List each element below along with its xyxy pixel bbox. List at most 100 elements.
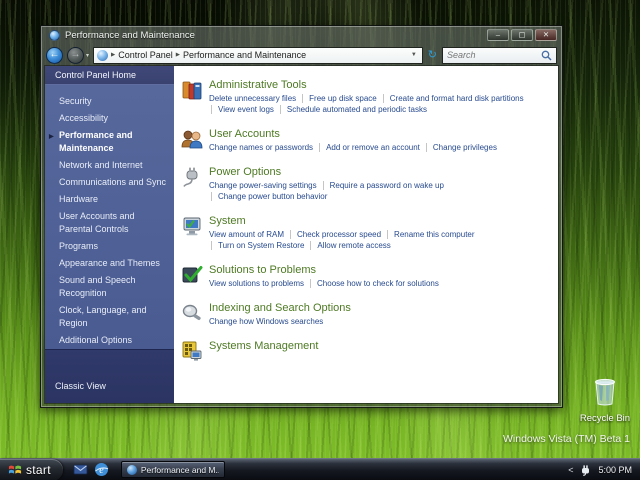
- breadcrumb[interactable]: ▶ Control Panel ▶ Performance and Mainte…: [93, 46, 423, 64]
- selected-arrow-icon: ▶: [49, 133, 54, 140]
- task-link[interactable]: View event logs: [218, 105, 274, 114]
- screen: Recycle Bin Windows Vista (TM) Beta 1 Pe…: [0, 0, 640, 480]
- link-separator: [211, 241, 212, 250]
- task-link[interactable]: Allow remote access: [317, 241, 390, 250]
- task-link[interactable]: Schedule automated and periodic tasks: [287, 105, 427, 114]
- tray-expand-icon[interactable]: <: [568, 465, 573, 475]
- sidebar-item-security[interactable]: Security: [45, 93, 174, 110]
- task-link[interactable]: Turn on System Restore: [218, 241, 304, 250]
- address-dropdown-icon[interactable]: ▼: [409, 52, 419, 58]
- maximize-button[interactable]: ▢: [511, 29, 533, 41]
- task-link[interactable]: Change how Windows searches: [209, 317, 323, 326]
- sidebar-item-communications-and-sync[interactable]: Communications and Sync: [45, 174, 174, 191]
- taskbar-clock[interactable]: 5:00 PM: [598, 465, 632, 475]
- link-separator: [279, 105, 281, 114]
- sidebar-item-network-and-internet[interactable]: Network and Internet: [45, 157, 174, 174]
- content-pane: Administrative Tools Delete unnecessary …: [174, 66, 558, 403]
- breadcrumb-current[interactable]: Performance and Maintenance: [183, 50, 306, 60]
- section-links-row: View solutions to problems Choose how to…: [209, 279, 552, 288]
- link-separator: [211, 105, 212, 114]
- section-links-row: Change how Windows searches: [209, 317, 552, 326]
- systems-management-icon: [182, 341, 202, 361]
- section-solutions-to-problems: Solutions to Problems View solutions to …: [178, 263, 552, 290]
- window-icon: [49, 29, 60, 41]
- task-link[interactable]: Add or remove an account: [326, 143, 420, 152]
- indexing-search-icon: [182, 304, 201, 320]
- link-separator: [387, 230, 389, 239]
- title-bar[interactable]: Performance and Maintenance – ▢ ✕: [41, 26, 562, 44]
- sidebar-item-user-accounts-and-parental-controls[interactable]: User Accounts and Parental Controls: [45, 208, 174, 238]
- power-plug-tray-icon[interactable]: [579, 464, 592, 476]
- task-link[interactable]: Rename this computer: [394, 230, 474, 239]
- control-panel-window: Performance and Maintenance – ▢ ✕ ← → ▾ …: [40, 25, 563, 408]
- sidebar-item-hardware[interactable]: Hardware: [45, 191, 174, 208]
- section-title[interactable]: Administrative Tools: [209, 79, 552, 91]
- internet-explorer-icon[interactable]: e: [94, 462, 109, 477]
- section-links-row: Delete unnecessary files Free up disk sp…: [209, 94, 552, 103]
- start-label: start: [26, 462, 51, 477]
- refresh-icon[interactable]: ↻: [428, 49, 437, 61]
- section-links-row: View event logs Schedule automated and p…: [209, 105, 552, 114]
- mail-icon[interactable]: [73, 462, 88, 477]
- breadcrumb-separator-icon: ▶: [111, 52, 116, 58]
- link-separator: [310, 279, 312, 288]
- minimize-button[interactable]: –: [487, 29, 509, 41]
- section-title[interactable]: Power Options: [209, 166, 552, 178]
- sidebar-item-sound-and-speech-recognition[interactable]: Sound and Speech Recognition: [45, 272, 174, 302]
- taskbar-button-performance-and-maintenance[interactable]: Performance and M...: [120, 461, 225, 478]
- start-button[interactable]: start: [0, 458, 63, 480]
- section-links-row: Change power-saving settings Require a p…: [209, 181, 552, 190]
- sidebar-item-classic-view[interactable]: Classic View: [55, 381, 106, 391]
- forward-arrow-icon: →: [70, 49, 81, 60]
- section-links-row: Change power button behavior: [209, 192, 552, 201]
- control-panel-icon: [97, 49, 109, 61]
- sidebar-item-label: Security: [59, 95, 92, 106]
- task-link[interactable]: Change power-saving settings: [209, 181, 317, 190]
- sidebar-item-label: Appearance and Themes: [59, 257, 160, 268]
- recycle-bin[interactable]: Recycle Bin: [576, 376, 634, 424]
- task-link[interactable]: View amount of RAM: [209, 230, 284, 239]
- section-title[interactable]: Systems Management: [209, 340, 552, 352]
- section-title[interactable]: System: [209, 215, 552, 227]
- section-title[interactable]: User Accounts: [209, 128, 552, 140]
- section-power-options: Power Options Change power-saving settin…: [178, 165, 552, 203]
- back-arrow-icon: ←: [49, 49, 60, 60]
- sidebar-item-label: Sound and Speech Recognition: [59, 274, 136, 298]
- sidebar-item-additional-options[interactable]: Additional Options: [45, 332, 174, 349]
- task-link[interactable]: Require a password on wake up: [330, 181, 444, 190]
- search-input[interactable]: [447, 50, 538, 60]
- sidebar-item-appearance-and-themes[interactable]: Appearance and Themes: [45, 255, 174, 272]
- user-accounts-icon: [181, 130, 203, 149]
- section-links-row: View amount of RAM Check processor speed…: [209, 230, 552, 239]
- sidebar-item-clock-language-and-region[interactable]: Clock, Language, and Region: [45, 302, 174, 332]
- breadcrumb-control-panel[interactable]: Control Panel: [118, 50, 173, 60]
- sidebar-item-programs[interactable]: Programs: [45, 238, 174, 255]
- sidebar-item-accessibility[interactable]: Accessibility: [45, 110, 174, 127]
- task-link[interactable]: Free up disk space: [309, 94, 377, 103]
- task-link[interactable]: Change power button behavior: [218, 192, 327, 201]
- link-separator: [310, 241, 312, 250]
- search-box[interactable]: [442, 46, 557, 64]
- section-links-row: Turn on System Restore Allow remote acce…: [209, 241, 552, 250]
- section-administrative-tools: Administrative Tools Delete unnecessary …: [178, 78, 552, 116]
- task-link[interactable]: Change names or passwords: [209, 143, 313, 152]
- power-options-icon: [183, 167, 198, 187]
- section-title[interactable]: Indexing and Search Options: [209, 302, 552, 314]
- sidebar-item-performance-and-maintenance[interactable]: ▶ Performance and Maintenance: [45, 127, 174, 157]
- task-link[interactable]: Delete unnecessary files: [209, 94, 296, 103]
- sidebar-item-control-panel-home[interactable]: Control Panel Home: [45, 66, 174, 85]
- task-link[interactable]: Check processor speed: [297, 230, 381, 239]
- section-indexing-and-search-options: Indexing and Search Options Change how W…: [178, 301, 552, 328]
- system-tray: < 5:00 PM: [568, 464, 640, 476]
- history-dropdown-icon[interactable]: ▾: [86, 52, 89, 59]
- task-link[interactable]: Choose how to check for solutions: [317, 279, 439, 288]
- forward-button[interactable]: →: [67, 46, 84, 64]
- task-link[interactable]: Create and format hard disk partitions: [390, 94, 524, 103]
- back-button[interactable]: ←: [46, 46, 63, 64]
- close-button[interactable]: ✕: [535, 29, 557, 41]
- sidebar-item-label: Communications and Sync: [59, 176, 167, 187]
- task-link[interactable]: View solutions to problems: [209, 279, 304, 288]
- sidebar-item-label: Accessibility: [59, 112, 109, 123]
- task-link[interactable]: Change privileges: [433, 143, 497, 152]
- section-title[interactable]: Solutions to Problems: [209, 264, 552, 276]
